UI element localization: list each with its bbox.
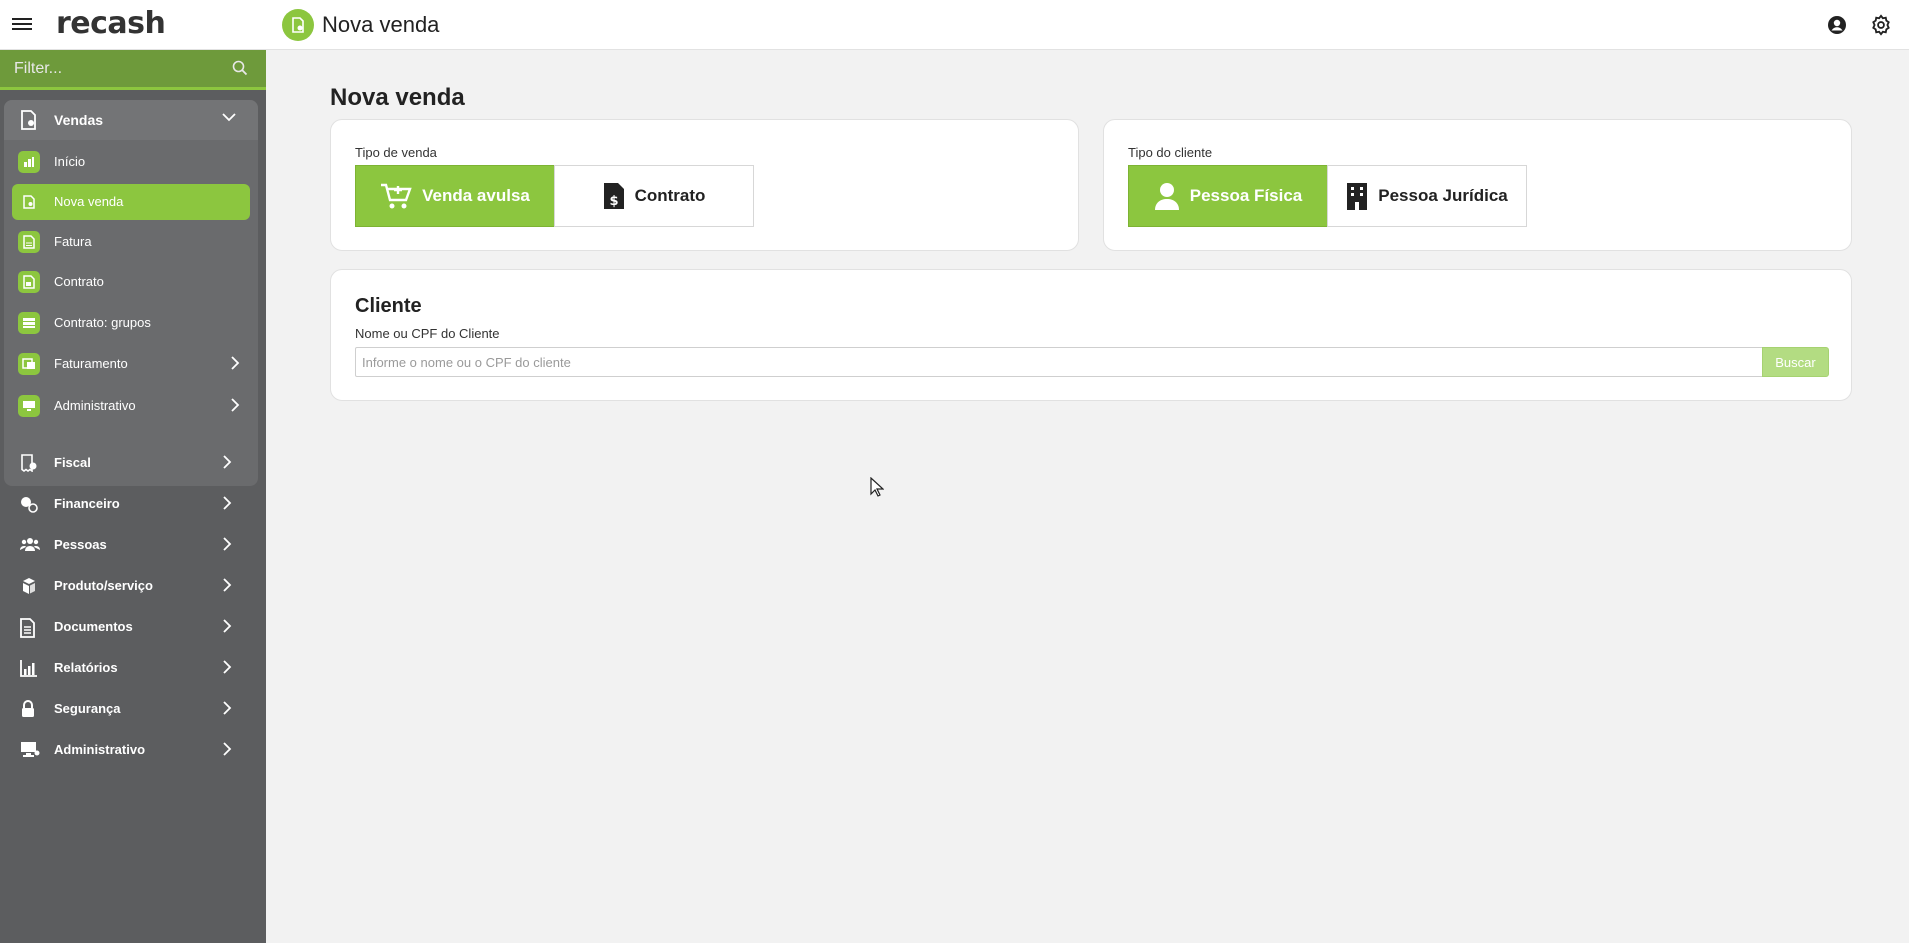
option-label: Contrato — [634, 186, 706, 205]
documents-icon — [20, 618, 35, 638]
sidebar: Vendas Início Nova venda Fatura Contrato… — [0, 50, 266, 943]
admin-monitor-icon — [18, 395, 40, 417]
sale-type-card: Tipo de venda Venda avulsa $ Contrato — [330, 119, 1079, 251]
client-card: Cliente Nome ou CPF do Cliente Buscar — [330, 269, 1852, 401]
sidebar-item-administrativo[interactable]: Administrativo — [0, 730, 266, 770]
settings-gear-icon[interactable] — [1870, 14, 1892, 36]
sidebar-item-label: Segurança — [54, 701, 121, 716]
client-type-card: Tipo do cliente Pessoa Física Pessoa Jur… — [1103, 119, 1852, 251]
chevron-right-icon — [231, 398, 240, 412]
page-icon-badge — [282, 9, 314, 41]
client-field-label: Nome ou CPF do Cliente — [355, 326, 500, 341]
top-bar: recash Nova venda — [0, 0, 1909, 50]
sidebar-item-faturamento[interactable]: Faturamento — [12, 346, 250, 382]
app-logo[interactable]: recash — [56, 6, 166, 41]
sidebar-item-label: Fatura — [54, 234, 92, 249]
sidebar-item-label: Relatórios — [54, 660, 118, 675]
sidebar-item-fatura[interactable]: Fatura — [12, 224, 250, 260]
chevron-down-icon — [222, 113, 236, 122]
cart-plus-icon — [381, 183, 412, 209]
sidebar-item-label: Pessoas — [54, 537, 107, 552]
chevron-right-icon — [223, 619, 232, 633]
sidebar-item-contrato[interactable]: Contrato — [12, 264, 250, 300]
sidebar-item-documentos[interactable]: Documentos — [0, 607, 266, 647]
search-icon[interactable] — [232, 60, 248, 76]
document-icon — [292, 17, 304, 33]
sidebar-item-administrativo-sub[interactable]: Administrativo — [12, 388, 250, 424]
option-label: Venda avulsa — [422, 186, 530, 205]
billing-icon — [18, 353, 40, 375]
lock-icon — [22, 700, 34, 717]
user-account-icon[interactable] — [1827, 15, 1847, 35]
sidebar-item-label: Financeiro — [54, 496, 120, 511]
client-type-label: Tipo do cliente — [1128, 145, 1213, 160]
sidebar-item-label: Administrativo — [54, 742, 146, 757]
filter-input[interactable] — [0, 50, 230, 87]
admin-icon — [21, 742, 40, 757]
sidebar-item-relatorios[interactable]: Relatórios — [0, 648, 266, 688]
chevron-right-icon — [223, 660, 232, 674]
sidebar-item-label: Contrato — [54, 274, 104, 289]
contract-icon — [18, 271, 40, 293]
people-icon — [20, 538, 40, 551]
option-label: Pessoa Física — [1189, 186, 1303, 205]
sidebar-item-inicio[interactable]: Início — [12, 144, 250, 180]
sidebar-item-pessoas[interactable]: Pessoas — [0, 525, 266, 565]
group-label: Vendas — [54, 112, 104, 128]
home-chart-icon — [18, 151, 40, 173]
pessoa-juridica-option[interactable]: Pessoa Jurídica — [1327, 165, 1527, 227]
main-heading: Nova venda — [330, 84, 465, 111]
chevron-right-icon — [223, 537, 232, 551]
sidebar-item-label: Fiscal — [54, 455, 91, 470]
hamburger-menu-icon[interactable] — [12, 15, 32, 35]
chevron-right-icon — [231, 356, 240, 370]
new-sale-icon — [18, 191, 40, 213]
buscar-button[interactable]: Buscar — [1762, 347, 1829, 377]
sidebar-item-nova-venda[interactable]: Nova venda — [12, 184, 250, 220]
chevron-right-icon — [223, 701, 232, 715]
chevron-right-icon — [223, 578, 232, 592]
sidebar-item-label: Produto/serviço — [54, 578, 153, 593]
contract-groups-icon — [18, 312, 40, 334]
sidebar-group-vendas: Vendas Início Nova venda Fatura Contrato… — [4, 100, 258, 486]
contrato-option[interactable]: $ Contrato — [554, 165, 754, 227]
page-title: Nova venda — [322, 12, 440, 37]
receipt-icon — [21, 454, 37, 472]
client-search-input[interactable] — [355, 347, 1763, 377]
building-icon — [1347, 183, 1368, 210]
client-section-title: Cliente — [355, 295, 422, 317]
sidebar-item-label: Documentos — [54, 619, 133, 634]
sidebar-item-label: Início — [54, 154, 86, 169]
sidebar-item-label: Faturamento — [54, 356, 128, 371]
sidebar-item-produto-servico[interactable]: Produto/serviço — [0, 566, 266, 606]
chevron-right-icon — [223, 455, 232, 469]
option-label: Pessoa Jurídica — [1378, 186, 1508, 205]
invoice-dollar-icon: $ — [603, 183, 624, 209]
sidebar-item-contrato-grupos[interactable]: Contrato: grupos — [12, 305, 250, 341]
money-icon — [21, 497, 38, 513]
chevron-right-icon — [223, 742, 232, 756]
svg-text:$: $ — [609, 194, 618, 209]
sidebar-item-label: Administrativo — [54, 398, 136, 413]
sale-type-label: Tipo de venda — [355, 145, 437, 160]
chart-icon — [20, 660, 37, 677]
person-icon — [1154, 183, 1179, 210]
sidebar-item-financeiro[interactable]: Financeiro — [0, 484, 266, 524]
sidebar-item-label: Contrato: grupos — [54, 315, 151, 330]
invoice-icon — [18, 231, 40, 253]
sidebar-item-fiscal[interactable]: Fiscal — [0, 443, 266, 483]
sidebar-item-label: Nova venda — [54, 194, 124, 209]
pessoa-fisica-option[interactable]: Pessoa Física — [1128, 165, 1328, 227]
sidebar-filter — [0, 50, 266, 90]
sidebar-item-seguranca[interactable]: Segurança — [0, 689, 266, 729]
boxes-icon — [23, 578, 35, 594]
mouse-cursor-icon — [870, 477, 884, 497]
venda-avulsa-option[interactable]: Venda avulsa — [355, 165, 555, 227]
sales-icon — [21, 110, 36, 130]
sidebar-group-header[interactable]: Vendas — [4, 100, 258, 140]
chevron-right-icon — [223, 496, 232, 510]
